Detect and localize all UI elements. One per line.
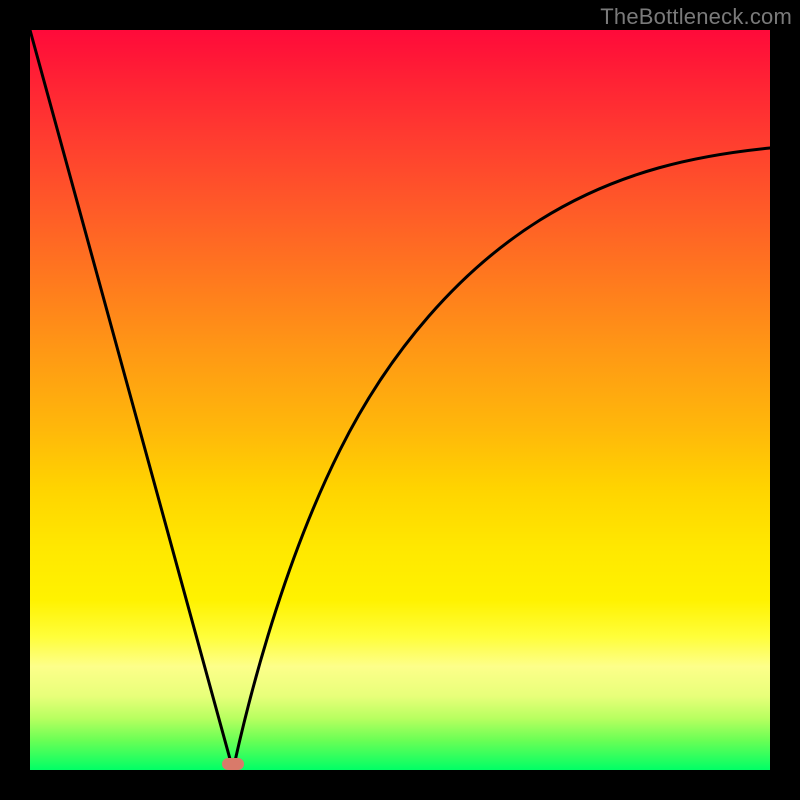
curve-right-branch	[233, 148, 770, 770]
minimum-marker	[222, 758, 244, 770]
curve-left-branch	[30, 30, 233, 770]
plot-area	[30, 30, 770, 770]
chart-frame: TheBottleneck.com	[0, 0, 800, 800]
bottleneck-curve	[30, 30, 770, 770]
watermark-text: TheBottleneck.com	[600, 4, 792, 30]
